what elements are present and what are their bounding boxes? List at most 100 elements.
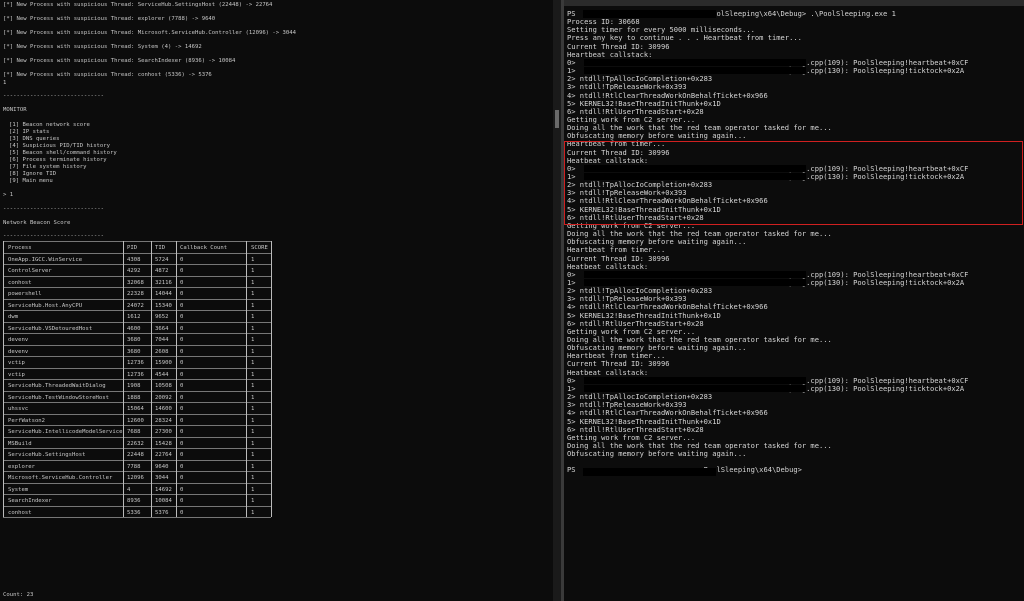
table-cell: 3680 xyxy=(127,348,141,355)
table-rule xyxy=(3,287,271,288)
input-echo: 1 xyxy=(3,80,7,86)
table-cell: OneApp.IGCC.WinService xyxy=(8,256,83,263)
scrollbar[interactable] xyxy=(553,0,561,601)
table-cell: conhost xyxy=(8,279,32,286)
table-cell: SearchIndexer xyxy=(8,498,52,504)
table-rule xyxy=(3,494,271,495)
table-cell: 1 xyxy=(251,509,255,516)
table-column-rule xyxy=(246,241,247,517)
count-label: Count: 23 xyxy=(3,592,34,598)
table-cell: 0 xyxy=(180,440,184,447)
table-cell: 1 xyxy=(251,417,255,424)
table-rule xyxy=(3,505,271,507)
highlight-box xyxy=(564,141,1023,225)
table-cell: 1 xyxy=(251,360,255,366)
table-rule xyxy=(3,482,271,484)
table-column-rule xyxy=(176,241,177,517)
table-cell: 1 xyxy=(251,440,255,447)
table-cell: 1 xyxy=(251,325,255,332)
table-cell: explorer xyxy=(8,463,35,470)
separator: ------------------------------ xyxy=(3,93,105,99)
table-cell: ServiceHub.IntellicodeModelService xyxy=(8,429,123,435)
table-cell: MSBuild xyxy=(8,440,32,447)
table-cell: ServiceHub.SettingsHost xyxy=(8,452,86,458)
table-cell: 0 xyxy=(180,463,184,470)
table-cell: uhssvc xyxy=(8,406,29,412)
table-cell: 0 xyxy=(180,429,184,435)
table-cell: 0 xyxy=(180,337,184,343)
menu-item: [9] Main menu xyxy=(9,178,53,184)
table-column-rule xyxy=(151,241,152,517)
table-cell: 1 xyxy=(251,383,255,389)
table-cell: PerfWatson2 xyxy=(8,417,46,424)
table-cell: 0 xyxy=(180,268,184,274)
table-cell: ControlServer xyxy=(8,268,52,274)
table-cell: 14044 xyxy=(155,291,172,297)
table-cell: 0 xyxy=(180,371,184,378)
table-cell: 1 xyxy=(251,452,255,458)
table-rule xyxy=(3,471,271,472)
table-cell: 15340 xyxy=(155,302,172,309)
table-cell: conhost xyxy=(8,509,32,516)
table-rule xyxy=(3,275,271,277)
table-cell: vctip xyxy=(8,371,25,378)
table-cell: 22764 xyxy=(155,452,172,458)
powershell-console[interactable]: PS \PoolSleeping\x64\Debug> .\PoolSleepi… xyxy=(564,0,1024,601)
table-cell: 0 xyxy=(180,302,184,309)
table-rule xyxy=(3,425,271,426)
table-cell: 0 xyxy=(180,325,184,332)
table-rule xyxy=(3,517,271,518)
table-cell: 1 xyxy=(251,337,255,343)
redacted-frame xyxy=(584,270,806,278)
table-cell: 0 xyxy=(180,360,184,366)
table-cell: 20092 xyxy=(155,394,172,401)
table-cell: 4600 xyxy=(127,325,141,332)
redacted-frame xyxy=(584,376,806,384)
table-cell: 1612 xyxy=(127,314,141,320)
table-cell: 1 xyxy=(251,314,255,320)
scrollbar-thumb[interactable] xyxy=(555,110,559,128)
table-cell: 22448 xyxy=(127,452,144,458)
table-cell: 1 xyxy=(251,406,255,412)
redacted-frame xyxy=(584,67,806,75)
table-cell: 10084 xyxy=(155,498,172,504)
table-rule xyxy=(3,413,271,415)
table-cell: vctip xyxy=(8,360,25,366)
table-rule xyxy=(3,390,271,392)
table-cell: dwm xyxy=(8,314,19,320)
table-cell: 22328 xyxy=(127,291,144,297)
monitor-console[interactable]: [*] New Process with suspicious Thread: … xyxy=(0,0,561,601)
table-cell: devenv xyxy=(8,348,29,355)
table-cell: 1 xyxy=(251,463,255,470)
table-cell: Microsoft.ServiceHub.Controller xyxy=(8,475,113,481)
table-cell: 5336 xyxy=(127,509,141,516)
table-cell: 4 xyxy=(127,486,131,493)
event-line: [*] New Process with suspicious Thread: … xyxy=(3,72,212,78)
table-cell: 0 xyxy=(180,509,184,516)
table-cell: 1 xyxy=(251,279,255,286)
table-rule xyxy=(3,298,271,300)
table-cell: 0 xyxy=(180,279,184,286)
table-cell: 32068 xyxy=(127,279,144,286)
score-title: Network Beacon Score xyxy=(3,220,71,226)
table-cell: 4292 xyxy=(127,268,141,274)
table-cell: 0 xyxy=(180,394,184,401)
table-cell: 1 xyxy=(251,348,255,355)
table-cell: 10508 xyxy=(155,383,172,389)
table-cell: 5724 xyxy=(155,256,169,263)
table-cell: 8936 xyxy=(127,498,141,504)
table-cell: 1 xyxy=(251,429,255,435)
table-cell: ServiceHub.VSDetouredHost xyxy=(8,325,93,332)
menu-title: MONITOR xyxy=(3,107,27,113)
table-cell: 7788 xyxy=(127,463,141,470)
table-cell: 3044 xyxy=(155,475,169,481)
table-cell: 0 xyxy=(180,452,184,458)
event-line: [*] New Process with suspicious Thread: … xyxy=(3,58,236,64)
table-cell: 0 xyxy=(180,256,184,263)
table-cell: 1 xyxy=(251,268,255,274)
table-header: TID xyxy=(155,245,166,251)
score-rule: ------------------------------ xyxy=(3,233,105,239)
console-line: Obfuscating memory before waiting again.… xyxy=(567,449,747,459)
table-cell: 22632 xyxy=(127,440,144,447)
table-cell: 3680 xyxy=(127,337,141,343)
